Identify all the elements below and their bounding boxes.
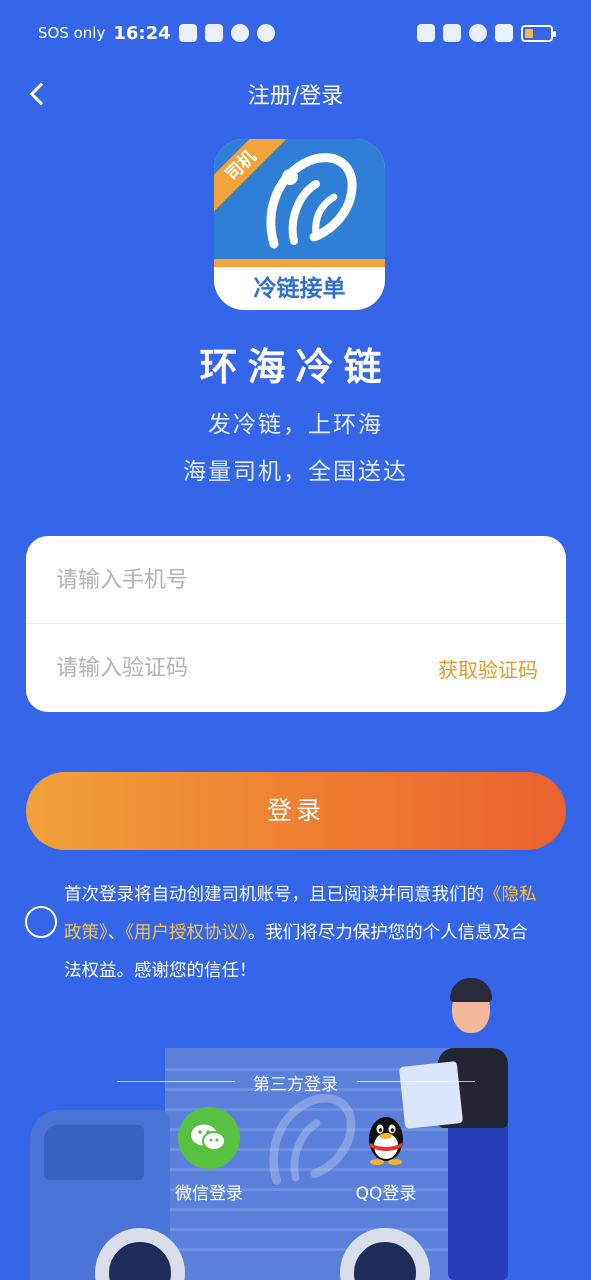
qq-glyph-icon — [369, 1117, 403, 1165]
status-bar: SOS only 16:24 — [0, 0, 591, 66]
app-notification-icon — [256, 24, 275, 42]
user-agreement-link[interactable]: 《用户授权协议》 — [125, 923, 248, 943]
wechat-icon — [178, 1107, 240, 1169]
nfc-icon — [417, 24, 435, 42]
agreement-text-before: 首次登录将自动创建司机账号，且已阅读并同意我们的 — [64, 885, 484, 905]
fish-logo-icon — [266, 153, 357, 249]
status-left: SOS only 16:24 — [38, 23, 275, 44]
divider-right — [357, 1081, 475, 1082]
alert-icon — [495, 24, 513, 42]
verification-code-input[interactable] — [56, 646, 416, 690]
logo-stripe — [214, 259, 385, 267]
carrier-text: SOS only — [38, 24, 106, 42]
wechat-glyph-icon — [191, 1124, 226, 1151]
wechat-login-button[interactable]: 微信登录 — [168, 1107, 250, 1204]
status-right — [417, 24, 556, 42]
qq-login-label: QQ登录 — [355, 1184, 417, 1204]
blocked-icon — [230, 24, 249, 42]
slogan-line-2: 海量司机，全国送达 — [183, 459, 408, 485]
logo-caption: 冷链接单 — [253, 276, 346, 302]
truck-window-illustration — [44, 1125, 144, 1180]
slogan-line-1: 发冷链，上环海 — [208, 412, 383, 438]
login-button[interactable]: 登录 — [26, 772, 566, 850]
vibrate-icon — [443, 24, 461, 42]
get-code-button[interactable]: 获取验证码 — [438, 654, 538, 683]
truck-stripe — [165, 1228, 470, 1231]
agreement-text: 首次登录将自动创建司机账号，且已阅读并同意我们的《隐私政策》、《用户授权协议》。… — [64, 876, 544, 990]
game-controller-icon — [178, 24, 197, 42]
app-name: 环海冷链 — [199, 345, 392, 389]
page-title: 注册/登录 — [247, 84, 344, 109]
nav-bar: 注册/登录 — [0, 66, 591, 118]
agreement-separator: 、 — [107, 923, 126, 943]
agreement-checkbox[interactable] — [25, 906, 57, 938]
clock: 16:24 — [113, 22, 171, 44]
wifi-icon — [469, 24, 487, 42]
phone-row — [26, 536, 566, 624]
phone-input[interactable] — [56, 558, 416, 602]
wechat-login-label: 微信登录 — [175, 1184, 243, 1204]
code-row: 获取验证码 — [26, 624, 566, 712]
shield-icon — [204, 24, 223, 42]
truck-stripe — [165, 1208, 470, 1211]
qq-penguin-icon — [355, 1107, 417, 1169]
app-logo: 司机 冷链接单 — [214, 139, 385, 310]
person-legs-illustration — [448, 1120, 508, 1280]
third-party-title: 第三方登录 — [253, 1075, 338, 1095]
battery-icon — [521, 24, 556, 42]
login-form: 获取验证码 — [26, 536, 566, 712]
qq-login-button[interactable]: QQ登录 — [345, 1107, 427, 1204]
